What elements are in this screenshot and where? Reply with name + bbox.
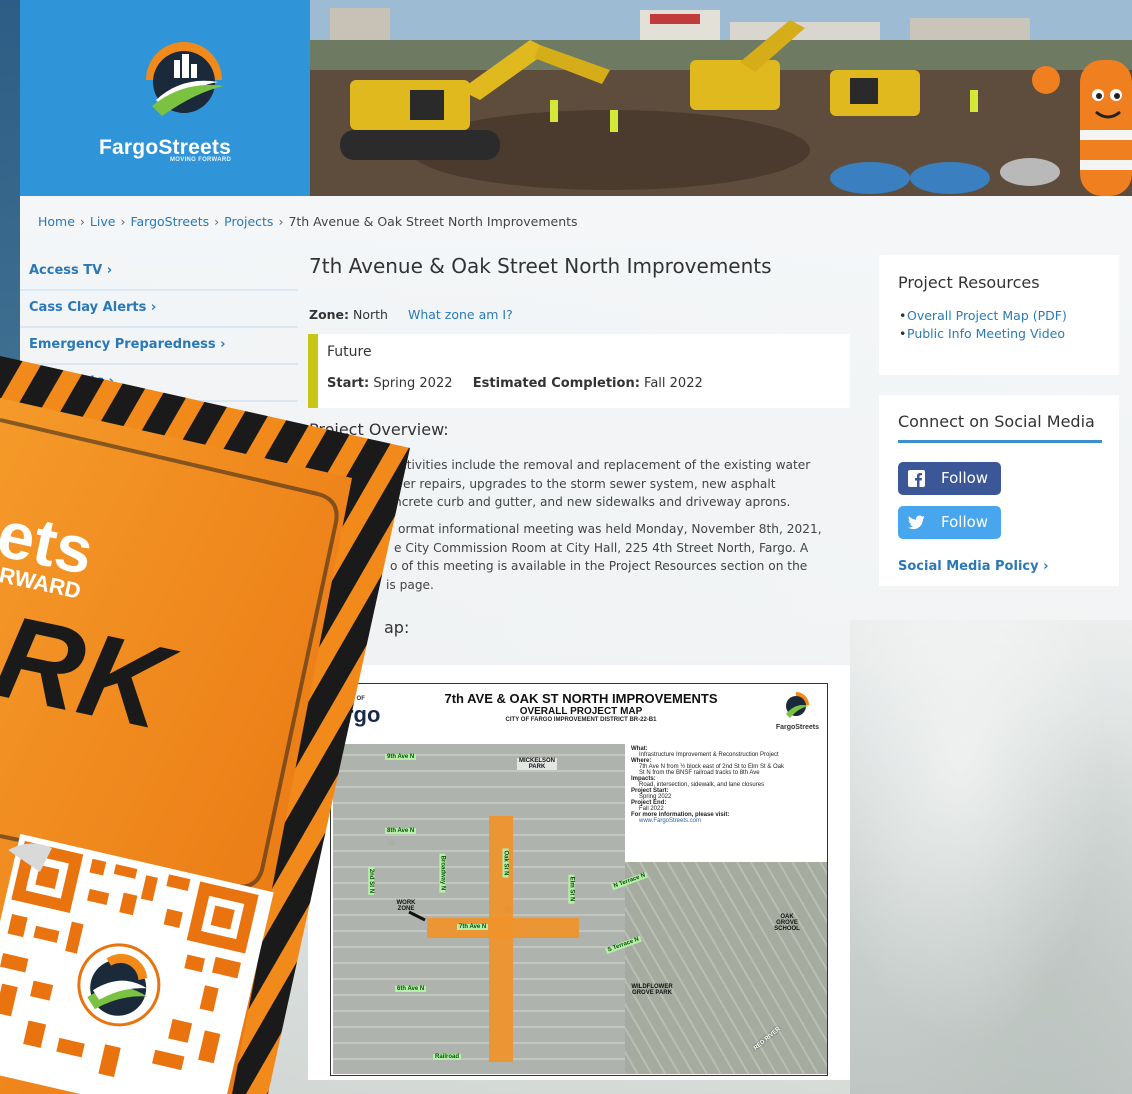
social-media-heading: Connect on Social Media: [898, 412, 1095, 431]
map-title-line-2: OVERALL PROJECT MAP: [519, 706, 643, 717]
start-label: Start:: [327, 376, 370, 391]
map-label-mickelson-park: MICKELSON PARK: [517, 758, 557, 770]
social-divider: [898, 440, 1102, 443]
breadcrumb-current: 7th Avenue & Oak Street North Improvemen…: [288, 214, 578, 229]
map-label-elm-st: Elm St N: [568, 874, 575, 904]
map-city-fragment: rgo: [345, 702, 381, 727]
map-label-work-zone: WORK ZONE: [396, 900, 416, 912]
zone-label: Zone:: [309, 307, 350, 322]
page-title: 7th Avenue & Oak Street North Improvemen…: [309, 254, 772, 278]
logo-tagline: MOVING FORWARD: [170, 157, 232, 163]
social-media-panel: Connect on Social Media Follow Follow So…: [879, 395, 1119, 586]
sidebar-item-cass-clay-alerts[interactable]: Cass Clay Alerts ›: [20, 291, 298, 328]
site-logo[interactable]: FargoStreets MOVING FORWARD: [20, 0, 310, 196]
what-zone-link[interactable]: What zone am I?: [408, 307, 513, 322]
breadcrumb-projects-link[interactable]: Projects: [224, 214, 273, 229]
resource-link-project-map[interactable]: Overall Project Map (PDF): [879, 307, 1119, 325]
map-brand-logo-icon: [786, 692, 809, 718]
project-status-box: Future Start: Spring 2022 Estimated Comp…: [308, 334, 850, 408]
map-aerial-right: [625, 862, 827, 1074]
map-label-6th-ave: 6th Ave N: [395, 986, 427, 992]
social-media-policy-link[interactable]: Social Media Policy ›: [898, 559, 1048, 574]
completion-value: Fall 2022: [644, 376, 703, 391]
map-label-broadway: Broadway N: [439, 853, 446, 893]
map-info-value: www.FargoStreets.com: [639, 818, 702, 824]
map-brand-name: FargoStreets: [775, 724, 819, 731]
river-background-image: [850, 620, 1132, 1094]
zone-value: North: [353, 307, 388, 322]
sidebar-nav: Access TV › Cass Clay Alerts › Emergency…: [20, 254, 298, 402]
sidebar-item-emergency-preparedness[interactable]: Emergency Preparedness ›: [20, 328, 298, 365]
overview-line: e City Commission Room at City Hall, 225…: [394, 540, 809, 555]
fargostreets-logo-icon: [146, 42, 224, 116]
zone-line: Zone: North What zone am I?: [309, 307, 513, 322]
map-label-9th-ave: 9th Ave N: [385, 754, 417, 760]
map-info-box: What: Infrastructure Improvement & Recon…: [627, 744, 827, 862]
map-label-8th-ave: 8th Ave N: [385, 828, 417, 834]
project-resources-panel: Project Resources Overall Project Map (P…: [879, 255, 1119, 375]
project-resources-list: Overall Project Map (PDF) Public Info Me…: [879, 307, 1119, 343]
overview-line: ctivities include the removal and replac…: [400, 458, 811, 472]
breadcrumb-live-link[interactable]: Live: [90, 214, 116, 229]
map-label-7th-ave: 7th Ave N: [457, 924, 489, 930]
header-banner-photo: [310, 0, 1132, 196]
facebook-follow-button[interactable]: Follow: [898, 462, 1001, 495]
work-zone-arrow-icon: [408, 910, 426, 922]
project-map-image: Y OF rgo 7th AVE & OAK ST NORTH IMPROVEME…: [330, 683, 828, 1076]
overview-line: ormat informational meeting was held Mon…: [398, 522, 822, 536]
map-label-railroad: Railroad: [433, 1054, 462, 1060]
overview-paragraph-2: ormat informational meeting was held Mon…: [386, 520, 860, 594]
map-aerial-left: [333, 744, 625, 1074]
status-badge: Future: [327, 344, 372, 360]
resource-link-meeting-video[interactable]: Public Info Meeting Video: [879, 325, 1119, 343]
completion-label: Estimated Completion:: [472, 376, 640, 391]
project-map-card[interactable]: Y OF rgo 7th AVE & OAK ST NORTH IMPROVEME…: [308, 665, 850, 1080]
project-map-heading: ap:: [384, 618, 410, 637]
overview-paragraph-1: ctivities include the removal and replac…: [394, 456, 860, 512]
breadcrumb-home-link[interactable]: Home: [38, 214, 75, 229]
map-label-oak-grove-school: OAK GROVE SCHOOL: [774, 914, 800, 932]
facebook-icon: [908, 470, 925, 487]
twitter-follow-button[interactable]: Follow: [898, 506, 1001, 539]
map-title-line-3: CITY OF FARGO IMPROVEMENT DISTRICT BR-22…: [505, 717, 657, 723]
project-dates: Start: Spring 2022 Estimated Completion:…: [327, 376, 703, 391]
overview-line: is page.: [386, 577, 434, 592]
map-label-oak-st: Oak St N: [502, 848, 509, 878]
work-zone-oak-st: [489, 816, 513, 1062]
twitter-bird-icon: [908, 515, 925, 530]
sidebar-item-partial[interactable]: ts ›: [20, 365, 298, 402]
breadcrumb-fargostreets-link[interactable]: FargoStreets: [130, 214, 209, 229]
map-label-2nd-st: 2nd St N: [368, 866, 375, 896]
map-title-line-1: 7th AVE & OAK ST NORTH IMPROVEMENTS: [444, 691, 718, 706]
work-zone-7th-ave: [427, 918, 579, 938]
map-label-wildflower-grove-park: WILDFLOWER GROVE PARK: [631, 984, 673, 996]
facebook-follow-label: Follow: [941, 469, 989, 487]
overview-line: er repairs, upgrades to the storm sewer …: [403, 476, 776, 491]
breadcrumb: Home › Live › FargoStreets › Projects › 7th Aven…: [38, 214, 578, 229]
map-title: 7th AVE & OAK ST NORTH IMPROVEMENTS OVER…: [441, 691, 721, 723]
project-resources-heading: Project Resources: [898, 273, 1040, 292]
overview-heading: Project Overview:: [309, 420, 449, 439]
logo-wordmark: FargoStreets: [99, 136, 231, 159]
map-city-logo: Y OF rgo: [345, 696, 380, 728]
twitter-follow-label: Follow: [941, 513, 989, 531]
overview-line: ncrete curb and gutter, and new sidewalk…: [394, 495, 791, 509]
sidebar-item-access-tv[interactable]: Access TV ›: [20, 254, 298, 291]
start-value: Spring 2022: [373, 376, 453, 391]
overview-line: o of this meeting is available in the Pr…: [390, 559, 808, 573]
